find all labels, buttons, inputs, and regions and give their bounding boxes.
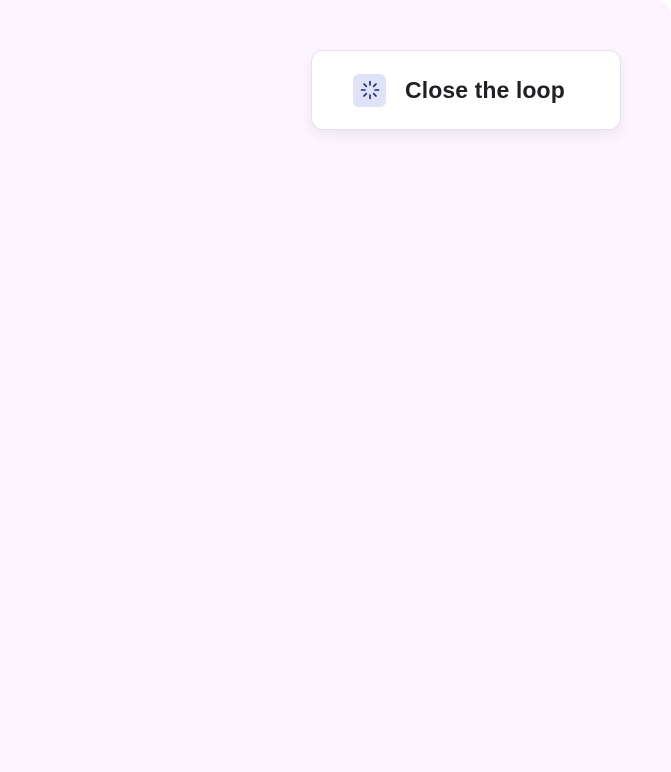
task-card[interactable]: Close the loop	[311, 50, 621, 130]
task-title: Close the loop	[405, 76, 565, 103]
loading-spinner-icon	[353, 73, 386, 107]
app-canvas: Close the loop	[0, 0, 671, 772]
